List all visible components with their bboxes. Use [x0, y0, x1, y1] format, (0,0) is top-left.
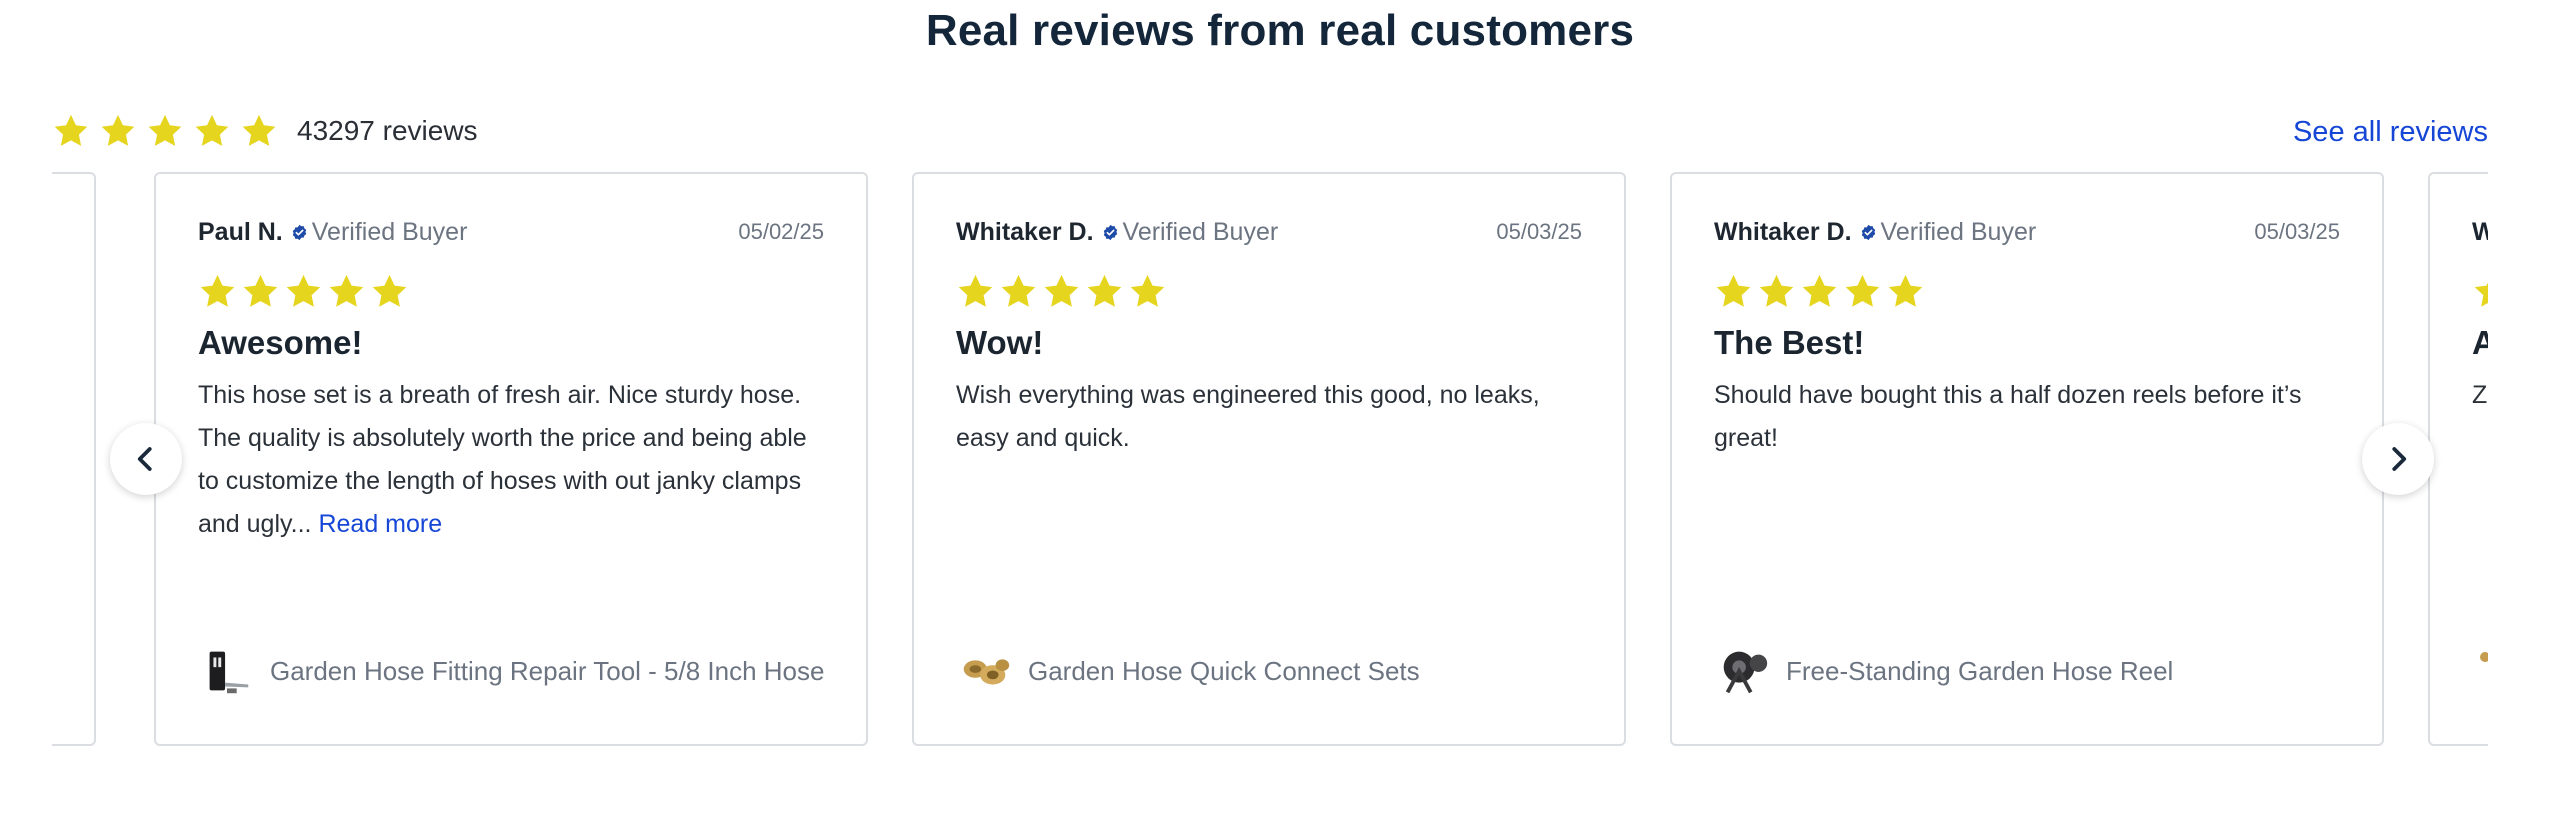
- reviewed-product[interactable]: Garden Hose Quick Connect Sets: [956, 642, 1420, 700]
- star-icon: [101, 114, 135, 146]
- reviewed-product[interactable]: Free-Standing Garden Hose Reel: [1714, 642, 2173, 700]
- star-icon: [1845, 274, 1880, 307]
- brass-connectors-thumbnail: [963, 659, 1010, 685]
- star-icon: [1716, 274, 1751, 307]
- verified-badge-icon: [1103, 224, 1117, 240]
- product-name: Garden Hose Fitting Repair Tool - 5/8 In…: [270, 655, 825, 686]
- hose-reel-thumbnail: [1723, 651, 1768, 694]
- star-icon: [200, 274, 235, 307]
- review-body-text: This hose set is a breath of fresh air. …: [198, 381, 807, 538]
- star-icon: [54, 114, 88, 146]
- reviewed-product[interactable]: Garden Hose Fitting Repair Tool - 5/8 In…: [198, 642, 824, 700]
- review-stars: [956, 272, 1582, 312]
- review-date: 05/03/25: [2254, 219, 2340, 244]
- verified-badge-icon: [1861, 224, 1875, 240]
- repair-tool-thumbnail: [209, 651, 249, 694]
- review-body: Should have bought this a half dozen ree…: [1714, 381, 2302, 452]
- review-body-fragment: Z: [2472, 381, 2488, 409]
- product-thumbnail: [2480, 652, 2488, 662]
- reviewer: Whitaker D. Verified Buyer: [956, 218, 1278, 247]
- reviewer-name: Whitaker D.: [956, 217, 1094, 246]
- star-icon: [242, 114, 276, 146]
- star-icon: [372, 274, 407, 307]
- star-icon: [2474, 282, 2488, 307]
- review-body: This hose set is a breath of fresh air. …: [198, 374, 828, 546]
- reviewer-name: Paul N.: [198, 217, 283, 246]
- product-name: Free-Standing Garden Hose Reel: [1786, 655, 2174, 686]
- review-stars: [2472, 272, 2488, 312]
- review-body: Wish everything was engineered this good…: [956, 381, 1540, 452]
- review-title-fragment: A: [2472, 324, 2488, 361]
- star-icon: [1888, 274, 1923, 307]
- review-title: Awesome!: [198, 324, 363, 361]
- review-card-partial-left: 5 d -: [52, 172, 96, 746]
- star-icon: [329, 274, 364, 307]
- star-icon: [1087, 274, 1122, 307]
- star-icon: [1001, 274, 1036, 307]
- review-card: Paul N. Verified Buyer 05/02/25 Awesome!…: [154, 172, 868, 746]
- read-more-link[interactable]: Read more: [318, 510, 442, 538]
- star-icon: [1044, 274, 1079, 307]
- review-date: 05/03/25: [1496, 219, 1582, 244]
- review-card-partial-right: W A Z: [2428, 172, 2488, 746]
- star-icon: [1130, 274, 1165, 307]
- star-icon: [958, 274, 993, 307]
- review-count: 43297 reviews: [297, 115, 478, 146]
- reviewer: Whitaker D. Verified Buyer: [1714, 218, 2036, 247]
- review-card: Whitaker D. Verified Buyer 05/03/25 Wow!…: [912, 172, 1626, 746]
- see-all-reviews-link[interactable]: See all reviews: [2293, 116, 2488, 149]
- rating-summary: 43297 reviews: [52, 112, 478, 150]
- star-icon: [1759, 274, 1794, 307]
- carousel-prev-button[interactable]: [110, 423, 182, 495]
- chevron-right-icon: [2392, 447, 2407, 471]
- product-name: Garden Hose Quick Connect Sets: [1028, 655, 1420, 686]
- review-title: Wow!: [956, 324, 1044, 361]
- verified-badge-icon: [292, 224, 306, 240]
- carousel-next-button[interactable]: [2362, 423, 2434, 495]
- review-date: 05/02/25: [738, 219, 824, 244]
- verified-buyer-label: Verified Buyer: [1122, 217, 1279, 246]
- reviewer-name-fragment: W: [2472, 218, 2488, 246]
- verified-buyer-label: Verified Buyer: [311, 217, 468, 246]
- star-icon: [1802, 274, 1837, 307]
- verified-buyer-label: Verified Buyer: [1880, 217, 2037, 246]
- review-card: Whitaker D. Verified Buyer 05/03/25 The …: [1670, 172, 2384, 746]
- review-stars: [1714, 272, 2340, 312]
- review-stars: [198, 272, 824, 312]
- review-title: The Best!: [1714, 324, 1865, 361]
- reviewer-name: Whitaker D.: [1714, 217, 1852, 246]
- reviews-carousel: 5 d - Paul N. Verified Buyer 05/02/25 Aw…: [52, 172, 2488, 748]
- section-title: Real reviews from real customers: [925, 6, 1635, 55]
- star-icon: [148, 114, 182, 146]
- star-icon: [195, 114, 229, 146]
- chevron-left-icon: [137, 447, 152, 471]
- star-icon: [243, 274, 278, 307]
- reviewer: Paul N. Verified Buyer: [198, 218, 467, 247]
- star-icon: [286, 274, 321, 307]
